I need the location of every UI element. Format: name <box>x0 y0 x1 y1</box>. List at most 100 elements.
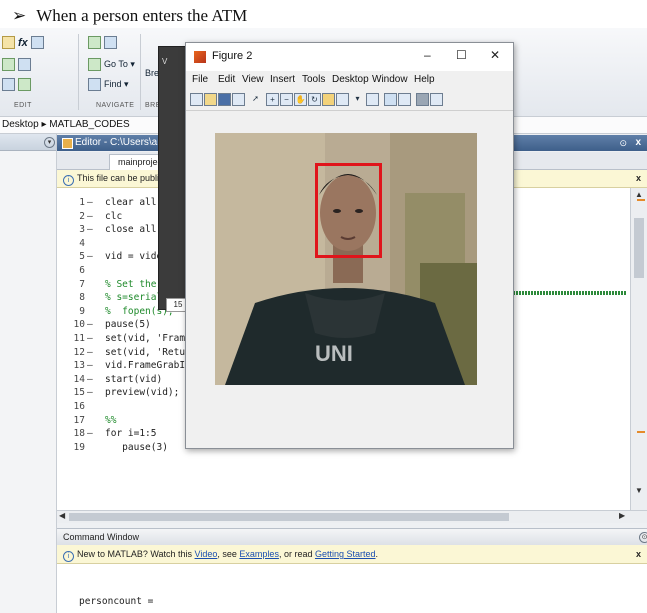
zoom-out-icon[interactable]: − <box>280 93 293 106</box>
zoom-in-icon[interactable]: + <box>266 93 279 106</box>
breakpoint-marker[interactable]: – <box>87 318 93 332</box>
ribbon-find-button[interactable]: Find ▾ <box>88 78 129 91</box>
breakpoint-marker[interactable]: – <box>87 196 93 210</box>
editor-options-icon[interactable]: ⊙ <box>619 135 627 151</box>
line-number: 18 <box>73 428 85 440</box>
rotate-3d-icon[interactable]: ↻ <box>308 93 321 106</box>
ribbon-goto-button[interactable]: Go To ▾ <box>88 58 135 71</box>
line-number: 11 <box>73 333 85 344</box>
breakpoint-marker[interactable]: – <box>87 250 93 264</box>
cmd-info-close-icon[interactable]: x <box>636 545 641 563</box>
outdent-icon <box>18 78 31 91</box>
code-text: %% <box>105 414 117 426</box>
code-text: preview(vid); <box>105 387 180 399</box>
comment-icon <box>2 58 15 71</box>
scroll-right-icon[interactable]: ▶ <box>619 511 625 520</box>
ribbon-fx-button[interactable]: fx <box>2 36 44 49</box>
breakpoint-marker[interactable]: – <box>87 346 93 360</box>
figure-titlebar[interactable]: Figure 2 – ☐ ✕ <box>186 43 513 71</box>
link-plot-icon[interactable] <box>366 93 379 106</box>
pan-icon[interactable]: ✋ <box>294 93 307 106</box>
command-window-header: Command Window ⊙ <box>57 528 647 546</box>
line-number: 14 <box>73 373 85 385</box>
print-icon[interactable] <box>232 93 245 106</box>
figure-title: Figure 2 <box>212 50 253 62</box>
new-figure-icon[interactable] <box>190 93 203 106</box>
colorbar-icon[interactable] <box>384 93 397 106</box>
line-number: 19 <box>73 441 85 453</box>
breakpoint-marker[interactable]: – <box>87 210 93 224</box>
line-number: 9 <box>79 305 85 317</box>
examples-link[interactable]: Examples <box>239 549 279 559</box>
find-icon <box>88 78 101 91</box>
scroll-up-icon[interactable]: ▲ <box>635 190 643 199</box>
code-text: set(vid, 'Retu <box>105 346 186 358</box>
menu-view[interactable]: View <box>242 74 264 85</box>
scroll-thumb[interactable] <box>634 218 644 278</box>
breakpoint-marker[interactable]: – <box>87 427 93 441</box>
code-text: pause(5) <box>105 319 151 331</box>
breakpoint-marker[interactable]: – <box>87 223 93 237</box>
code-text: pause(3) <box>105 441 168 453</box>
forward-icon <box>104 36 117 49</box>
show-plot-tools-icon[interactable] <box>430 93 443 106</box>
info-close-icon[interactable]: x <box>636 170 641 187</box>
minimize-button[interactable]: – <box>424 48 431 62</box>
data-cursor-icon[interactable] <box>322 93 335 106</box>
breakpoint-marker[interactable]: – <box>87 359 93 373</box>
ribbon-group-navigate: NAVIGATE <box>96 102 135 109</box>
code-text: % Set the <box>105 278 157 290</box>
brush-icon[interactable] <box>336 93 349 106</box>
ribbon-indent-button[interactable] <box>2 78 31 91</box>
caption: ➢ When a person enters the ATM <box>12 6 247 26</box>
command-window-info-bar: i New to MATLAB? Watch this Video, see Ex… <box>57 545 647 564</box>
code-text: clear all <box>105 197 157 208</box>
command-window[interactable]: personcount = <box>57 564 647 613</box>
scroll-down-icon[interactable]: ▼ <box>635 486 643 495</box>
matlab-logo-icon <box>194 51 206 63</box>
pane-options-icon[interactable]: ▾ <box>44 137 55 148</box>
ribbon-comment-button[interactable] <box>2 58 31 71</box>
maximize-button[interactable]: ☐ <box>456 48 467 62</box>
ribbon-back-button[interactable] <box>88 36 117 49</box>
getting-started-link[interactable]: Getting Started <box>315 549 376 559</box>
menu-file[interactable]: File <box>192 74 208 85</box>
line-number: 17 <box>73 414 85 426</box>
menu-tools[interactable]: Tools <box>302 74 325 85</box>
menu-edit[interactable]: Edit <box>218 74 235 85</box>
line-number: 7 <box>79 278 85 290</box>
ribbon-breakpoints-button[interactable]: Bre <box>145 68 159 78</box>
scroll-left-icon[interactable]: ◀ <box>59 511 65 520</box>
hscroll-thumb[interactable] <box>69 513 509 521</box>
editor-close-icon[interactable]: x <box>635 135 641 151</box>
current-folder-pane: ▾ <box>0 134 57 613</box>
brush-dropdown-icon[interactable]: ▾ <box>352 93 363 104</box>
breakpoint-marker[interactable]: – <box>87 332 93 346</box>
close-button[interactable]: ✕ <box>490 48 500 62</box>
line-number: 1 <box>79 197 85 208</box>
edit-plot-icon[interactable]: ➚ <box>250 93 261 104</box>
figure-window[interactable]: Figure 2 – ☐ ✕ File Edit View Insert Too… <box>185 42 514 449</box>
save-icon[interactable] <box>218 93 231 106</box>
command-window-options-icon[interactable]: ⊙ <box>639 532 647 543</box>
editor-vertical-scrollbar[interactable]: ▲ ▼ <box>630 188 647 510</box>
line-number: 10 <box>73 319 85 331</box>
menu-help[interactable]: Help <box>414 74 435 85</box>
video-link[interactable]: Video <box>195 549 218 559</box>
info-icon: i <box>63 175 74 186</box>
caption-arrow-icon: ➢ <box>12 6 27 25</box>
hide-plot-tools-icon[interactable] <box>416 93 429 106</box>
code-text: vid = vide <box>105 251 163 263</box>
open-file-icon[interactable] <box>204 93 217 106</box>
breakpoint-marker[interactable]: – <box>87 373 93 387</box>
code-text: set(vid, 'Frame <box>105 333 191 344</box>
shirt-text: UNI <box>315 341 353 366</box>
editor-horizontal-scrollbar[interactable]: ◀ ▶ <box>57 510 647 523</box>
video-preview-window[interactable]: V <box>158 46 188 310</box>
menu-window[interactable]: Window <box>372 74 408 85</box>
breakpoint-marker[interactable]: – <box>87 386 93 400</box>
menu-insert[interactable]: Insert <box>270 74 295 85</box>
menu-desktop[interactable]: Desktop <box>332 74 369 85</box>
legend-icon[interactable] <box>398 93 411 106</box>
analyzer-marker <box>637 431 645 433</box>
